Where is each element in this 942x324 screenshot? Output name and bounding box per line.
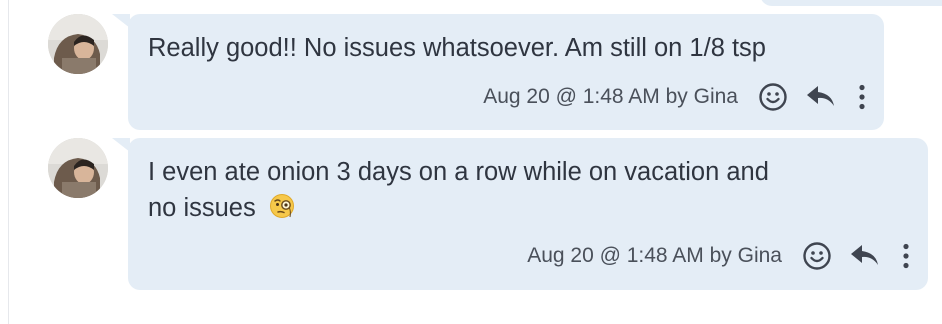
message-text-line: I even ate onion 3 days on a row while o…: [148, 158, 769, 186]
vertical-ellipsis-icon[interactable]: [902, 243, 910, 269]
left-divider: [8, 0, 9, 324]
message-timestamp: Aug 20 @ 1:48 AM by Gina: [483, 85, 738, 108]
message-timestamp: Aug 20 @ 1:48 AM by Gina: [527, 244, 782, 267]
vertical-ellipsis-icon[interactable]: [858, 84, 866, 110]
monocle-face-icon: [269, 193, 295, 229]
avatar[interactable]: [48, 138, 108, 198]
reply-arrow-icon[interactable]: [806, 84, 836, 110]
message-text-fragment: no issues: [148, 194, 256, 222]
reply-arrow-icon[interactable]: [850, 243, 880, 269]
smiley-face-icon[interactable]: [758, 82, 788, 112]
message-meta: Aug 20 @ 1:48 AM by Gina: [527, 236, 910, 276]
avatar[interactable]: [48, 14, 108, 74]
smiley-face-icon[interactable]: [802, 241, 832, 271]
message-meta: Aug 20 @ 1:48 AM by Gina: [483, 77, 866, 117]
previous-message-bubble-edge: [760, 0, 942, 6]
message-text: Really good!! No issues whatsoever. Am s…: [148, 34, 766, 62]
message-bubble: I even ate onion 3 days on a row while o…: [128, 138, 928, 290]
message-text-line: no issues: [148, 190, 769, 229]
message-bubble: Really good!! No issues whatsoever. Am s…: [128, 14, 884, 130]
message-text: I even ate onion 3 days on a row while o…: [148, 154, 769, 229]
